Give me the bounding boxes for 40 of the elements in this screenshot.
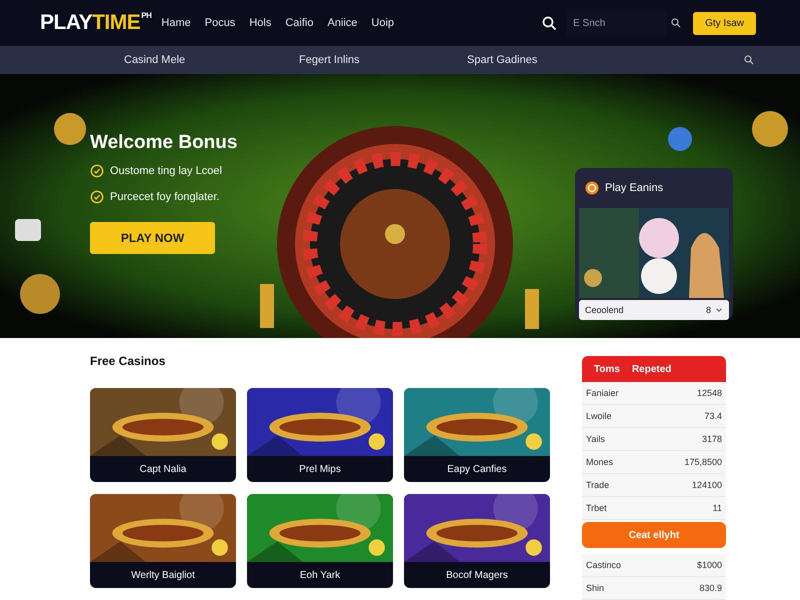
game-tile[interactable]: Bocof Magers (404, 494, 550, 588)
section-title: Free Casinos (90, 354, 166, 368)
stat-value: 3178 (702, 434, 722, 444)
sub-nav-link[interactable]: Casind Mele (124, 54, 299, 66)
logo[interactable]: PLAYTIME$^{PH}$ (40, 11, 152, 35)
search-icon[interactable] (542, 16, 558, 30)
stat-value: 12548 (696, 388, 722, 398)
nav-link[interactable]: Hame (161, 17, 191, 29)
sub-nav-link[interactable]: Spart Gadines (467, 54, 744, 66)
cta-button[interactable]: Gty Isaw (693, 12, 756, 34)
search-icon[interactable] (744, 55, 754, 65)
game-tile[interactable]: Eapy Canfies (404, 388, 550, 482)
stat-label: Yails (586, 434, 605, 444)
stat-value: 11 (712, 503, 722, 513)
game-tile[interactable]: Werlty Baigliot (90, 494, 236, 588)
stat-label: Trade (586, 480, 610, 490)
stat-value: 175,8500 (684, 457, 722, 467)
nav-link[interactable]: Uoip (371, 17, 394, 29)
nav-link[interactable]: Aniice (327, 17, 358, 29)
game-tile[interactable]: Prel Mips (247, 388, 393, 482)
stats-tab[interactable]: Toms (594, 364, 620, 374)
stat-label: Shin (586, 583, 604, 593)
game-tile[interactable]: Eoh Yark (247, 494, 393, 588)
stat-label: Trbet (586, 503, 607, 513)
game-tile[interactable]: Capt Nalia (90, 388, 236, 482)
stat-value: $1000 (696, 560, 722, 570)
sub-nav-link[interactable]: Fegert Inlins (299, 54, 467, 66)
search-icon[interactable] (671, 18, 682, 28)
nav-link[interactable]: Hols (249, 17, 272, 29)
stat-value: 73.4 (704, 411, 722, 421)
nav-link[interactable]: Caifio (285, 17, 314, 29)
stat-label: Mones (586, 457, 614, 467)
stat-value: 124100 (692, 480, 722, 490)
stats-tab[interactable]: Repeted (632, 364, 672, 374)
stat-label: Castinco (586, 560, 622, 570)
stat-value: 830.9 (699, 583, 722, 593)
stat-label: Lwoile (586, 411, 612, 421)
nav-link[interactable]: Pocus (204, 17, 236, 29)
search-field[interactable]: E Snch (567, 11, 668, 35)
stat-label: Faniaier (586, 388, 619, 398)
